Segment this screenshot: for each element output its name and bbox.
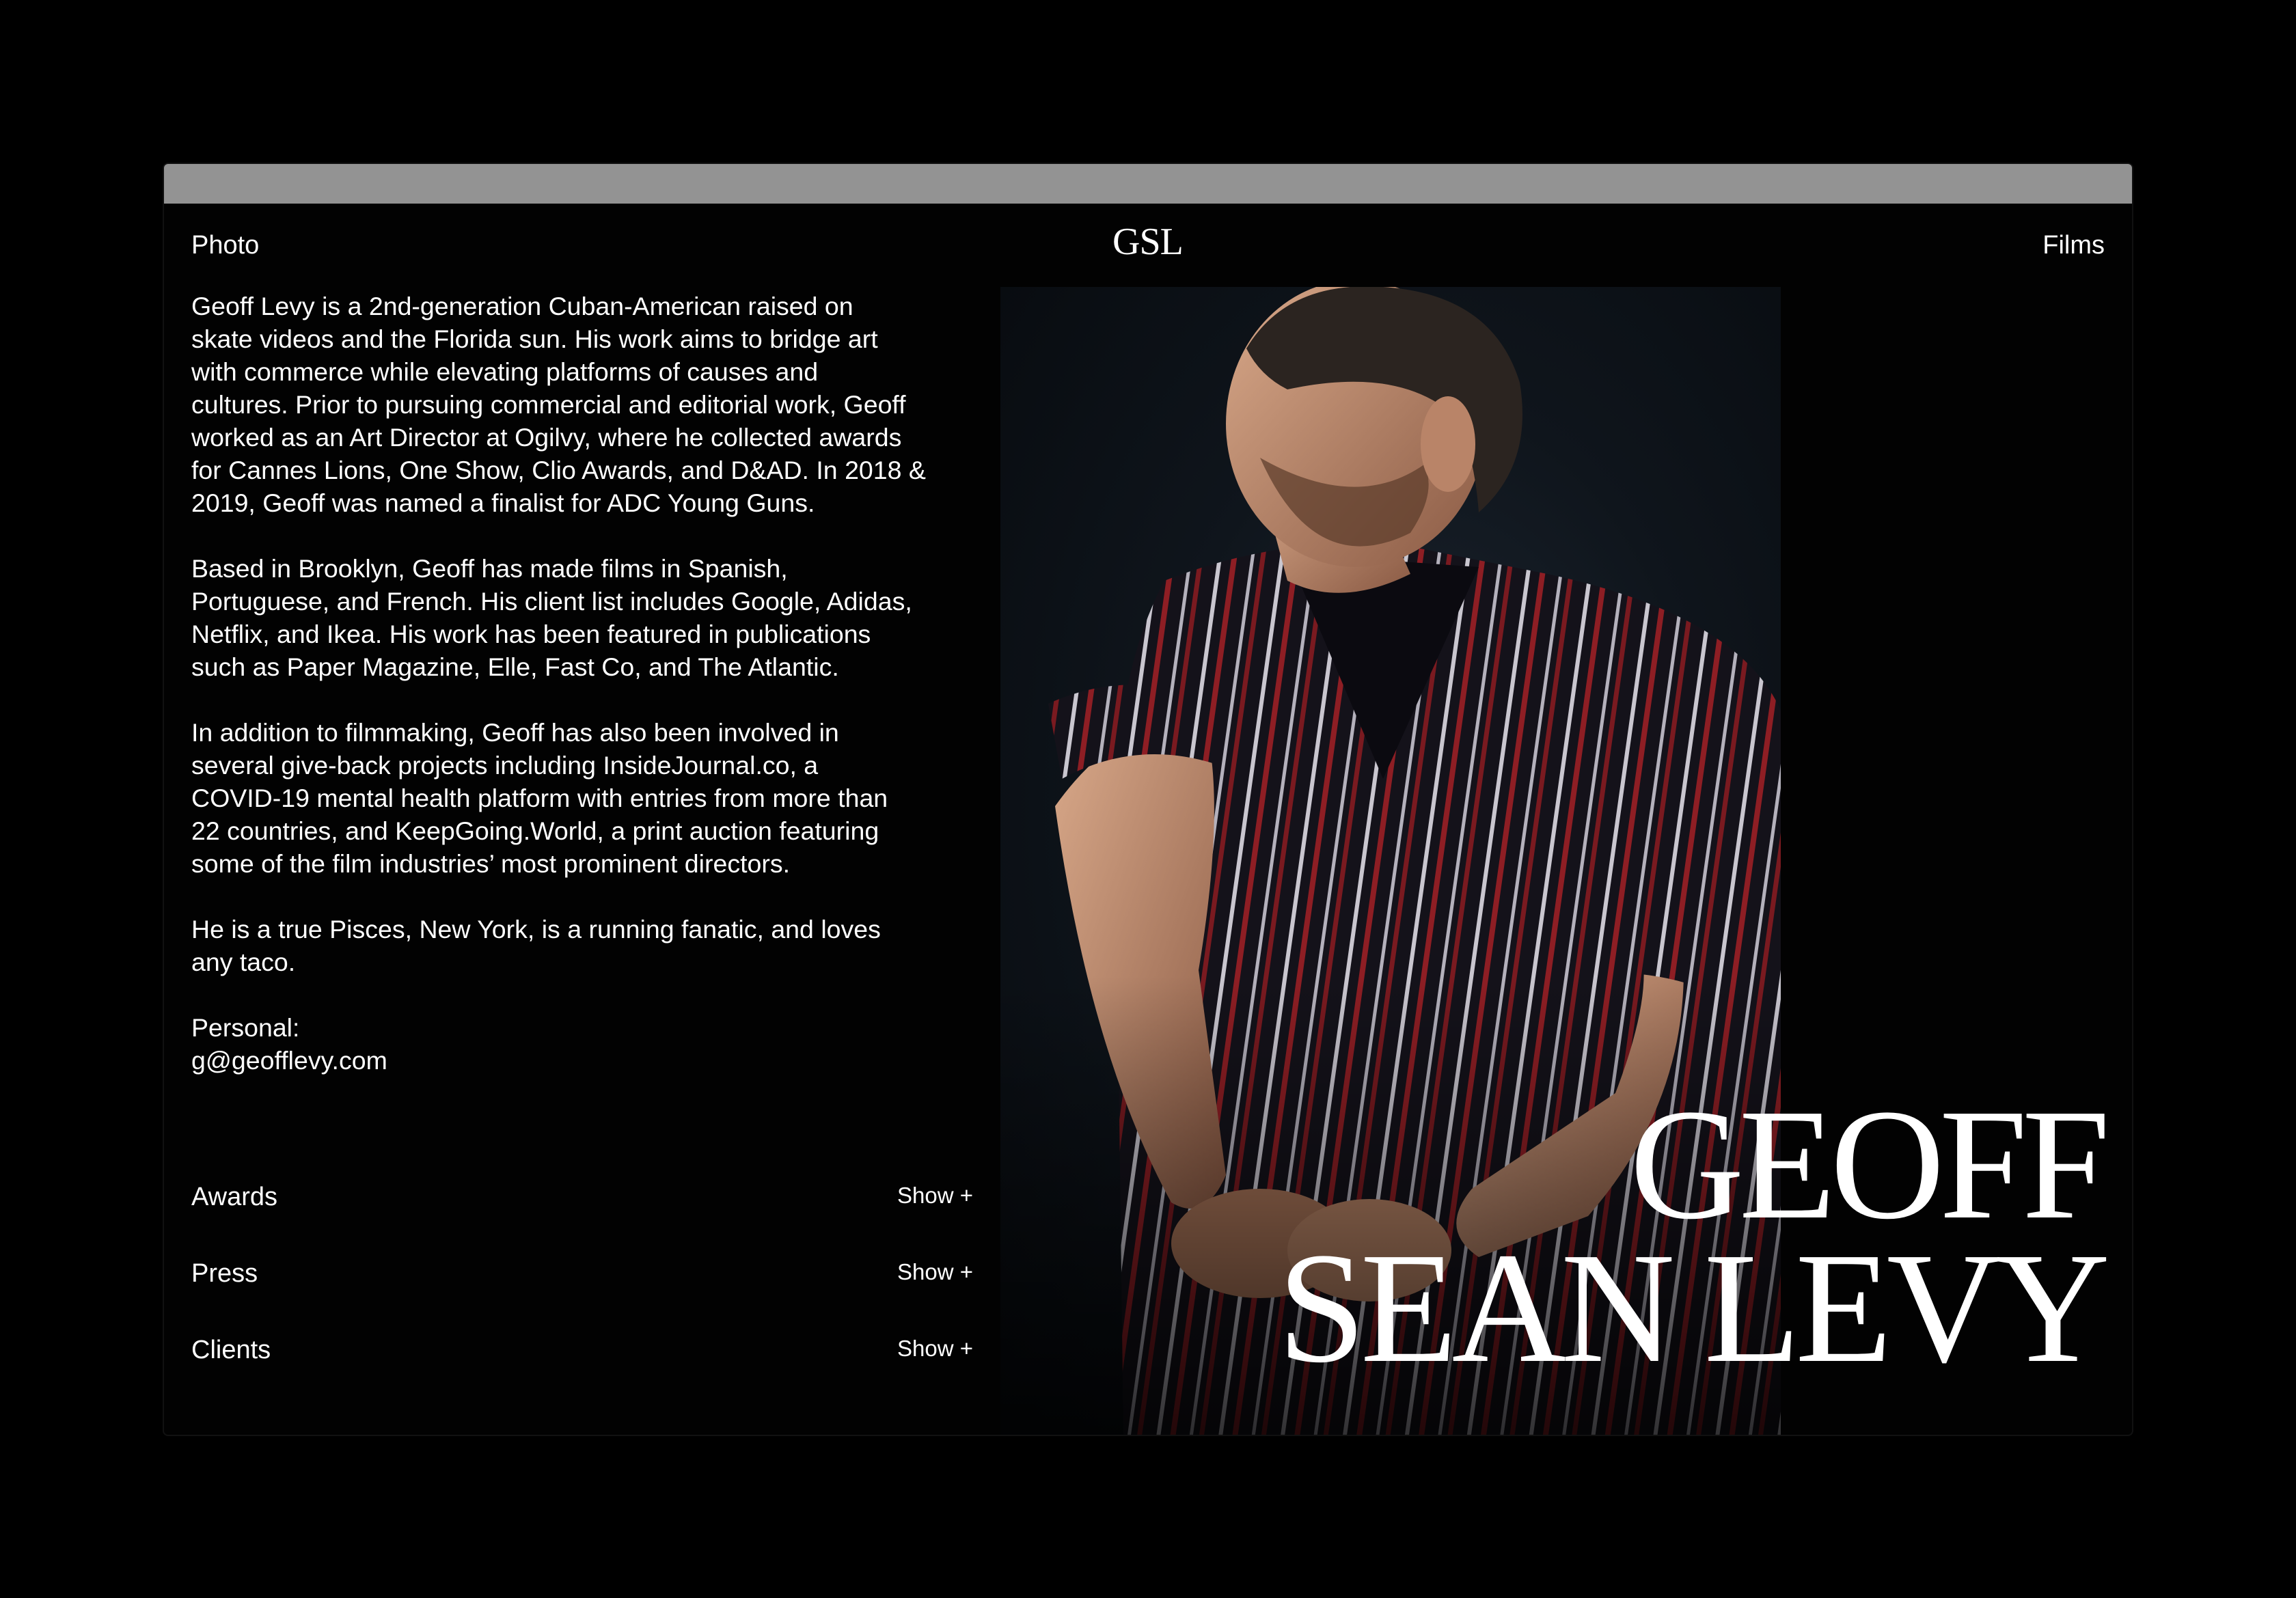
window-titlebar[interactable]: [164, 164, 2132, 204]
bio-paragraph-1: Geoff Levy is a 2nd-generation Cuban-Ame…: [191, 292, 926, 517]
site-logo[interactable]: GSL: [1112, 221, 1184, 262]
contact-email-link[interactable]: g@geofflevy.com: [191, 1044, 998, 1077]
show-toggle-button[interactable]: Show +: [897, 1334, 973, 1364]
nav-photo-link[interactable]: Photo: [191, 231, 259, 260]
section-title: Clients: [191, 1336, 271, 1364]
expandable-sections: Awards Show + Press Show + Clients Show …: [191, 1182, 973, 1411]
show-toggle-button[interactable]: Show +: [897, 1257, 973, 1287]
section-awards[interactable]: Awards Show +: [191, 1182, 973, 1258]
section-clients[interactable]: Clients Show +: [191, 1335, 973, 1411]
show-toggle-button[interactable]: Show +: [897, 1181, 973, 1211]
contact-label: Personal:: [191, 1013, 300, 1042]
bio-paragraph-2: Based in Brooklyn, Geoff has made films …: [191, 554, 912, 681]
bio-text: Geoff Levy is a 2nd-generation Cuban-Ame…: [191, 290, 998, 1077]
bio-paragraph-4: He is a true Pisces, New York, is a runn…: [191, 915, 881, 976]
portrait-illustration: [1000, 287, 1781, 1435]
bio-paragraph-3: In addition to filmmaking, Geoff has als…: [191, 718, 888, 878]
section-press[interactable]: Press Show +: [191, 1258, 973, 1335]
browser-window: Photo GSL Films Geoff Levy is a 2nd-gene…: [164, 164, 2132, 1435]
section-title: Press: [191, 1259, 258, 1288]
nav-films-link[interactable]: Films: [2042, 231, 2105, 260]
portrait-photo: [1000, 287, 1781, 1435]
section-title: Awards: [191, 1183, 278, 1211]
